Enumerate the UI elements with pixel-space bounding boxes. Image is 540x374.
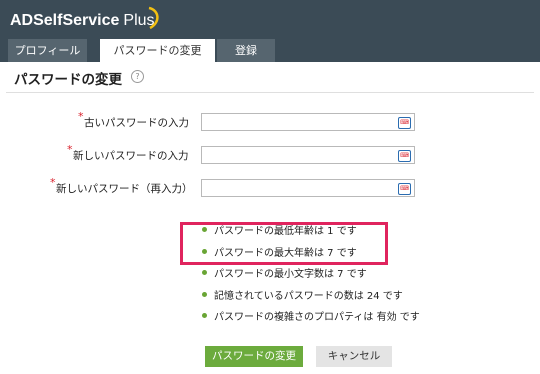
page-title-row: パスワードの変更 ? [14,68,534,88]
old-password-input[interactable]: ⌨ [201,113,415,131]
page-title: パスワードの変更 [14,72,122,88]
tab-profile[interactable]: プロフィール [8,39,87,62]
old-password-label: * 古いパスワードの入力 [78,110,189,130]
logo-main-text: ADSelfService [10,12,120,29]
change-password-button[interactable]: パスワードの変更 [205,346,303,367]
confirm-password-label-text: 新しいパスワード（再入力） [56,183,193,195]
required-marker: * [67,143,73,156]
highlight-box [180,222,388,265]
confirm-password-input[interactable]: ⌨ [201,179,415,197]
tab-change-password[interactable]: パスワードの変更 [100,39,215,62]
confirm-password-label: * 新しいパスワード（再入力） [50,176,193,196]
title-divider [6,92,534,93]
required-marker: * [78,110,84,123]
new-password-label: * 新しいパスワードの入力 [67,143,189,163]
required-marker: * [50,176,56,189]
cancel-button[interactable]: キャンセル [316,346,392,367]
virtual-keyboard-icon[interactable]: ⌨ [398,117,411,129]
top-header: ADSelfService Plus プロフィール パスワードの変更 登録 [0,0,540,62]
new-password-input[interactable]: ⌨ [201,146,415,164]
old-password-label-text: 古いパスワードの入力 [84,117,189,129]
tab-enrollment[interactable]: 登録 [217,39,275,62]
new-password-label-text: 新しいパスワードの入力 [73,150,189,162]
help-icon[interactable]: ? [131,70,144,83]
app-logo: ADSelfService Plus [10,6,159,30]
virtual-keyboard-icon[interactable]: ⌨ [398,150,411,162]
bullet-icon [202,313,207,318]
bullet-icon [202,270,207,275]
logo-swoosh-icon [148,6,159,30]
bullet-icon [202,291,207,297]
virtual-keyboard-icon[interactable]: ⌨ [398,183,411,195]
